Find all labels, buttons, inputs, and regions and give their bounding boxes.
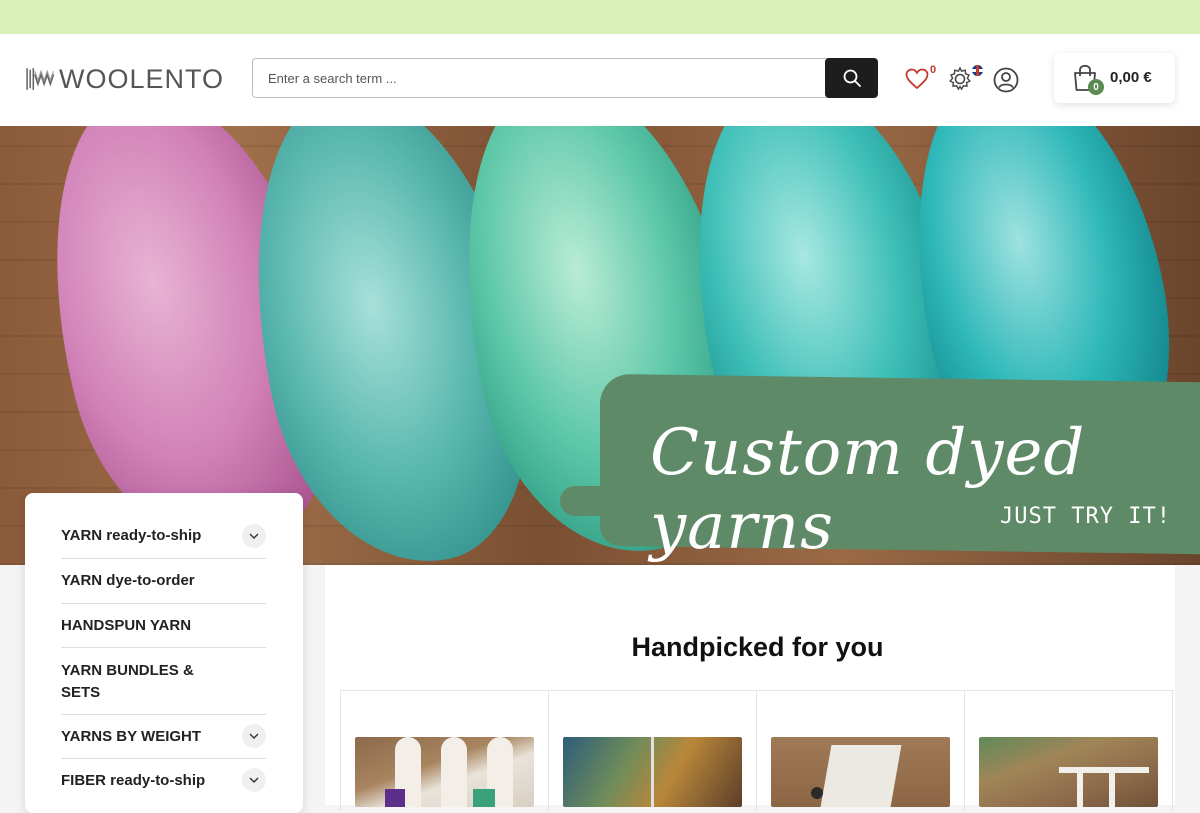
settings-button[interactable] (944, 63, 976, 95)
language-flag-icon[interactable] (972, 65, 983, 76)
sidebar-item-label: YARN BUNDLES & SETS (61, 662, 194, 701)
product-card[interactable] (757, 691, 965, 811)
sidebar-item-yarns-by-weight[interactable]: YARNS BY WEIGHT (61, 715, 266, 759)
product-image[interactable] (563, 737, 742, 807)
product-carousel (340, 690, 1174, 811)
sidebar-item-label: YARN dye-to-order (61, 572, 195, 589)
gear-icon (949, 66, 971, 91)
cart-total: 0,00 € (1110, 69, 1152, 86)
sidebar-item-label: YARNS BY WEIGHT (61, 728, 202, 745)
heart-icon (905, 68, 929, 90)
product-image[interactable] (771, 737, 950, 807)
wishlist-count: 0 (930, 64, 937, 76)
product-image[interactable] (979, 737, 1158, 807)
account-button[interactable] (990, 64, 1022, 96)
search-bar (252, 58, 878, 98)
product-card[interactable] (341, 691, 549, 811)
search-icon (843, 69, 861, 87)
cart-button[interactable]: 0 0,00 € (1054, 53, 1175, 103)
chevron-down-icon[interactable] (242, 524, 266, 548)
sidebar-item-label: FIBER ready-to-ship (61, 772, 206, 789)
product-card[interactable] (549, 691, 757, 811)
woolento-logo[interactable]: WOOLENTO (24, 58, 224, 100)
product-image[interactable] (355, 737, 534, 807)
sidebar-item-yarn-bundles-sets[interactable]: YARN BUNDLES & SETS (61, 648, 266, 715)
sidebar-item-label: HANDSPUN YARN (61, 617, 192, 634)
category-sidebar: YARN ready-to-ship YARN dye-to-order HAN… (25, 493, 303, 813)
sidebar-item-yarn-ready-to-ship[interactable]: YARN ready-to-ship (61, 513, 266, 559)
sidebar-item-label: YARN ready-to-ship (61, 527, 202, 544)
sidebar-item-handspun-yarn[interactable]: HANDSPUN YARN (61, 604, 266, 648)
chevron-down-icon[interactable] (242, 768, 266, 792)
site-header: WOOLENTO 0 0 (0, 34, 1200, 126)
user-icon (993, 67, 1019, 93)
yarn-logo-icon (26, 68, 55, 90)
logo-text: WOOLENTO (58, 63, 224, 94)
section-title: Handpicked for you (631, 632, 884, 662)
cart-count-badge: 0 (1088, 79, 1104, 95)
search-input[interactable] (252, 58, 832, 98)
search-button[interactable] (825, 58, 878, 98)
hero-subtitle: JUST TRY IT! (1000, 504, 1171, 529)
wishlist-button[interactable] (900, 64, 934, 94)
sidebar-item-yarn-dye-to-order[interactable]: YARN dye-to-order (61, 559, 266, 604)
product-card[interactable] (965, 691, 1173, 811)
top-announcement-bar (0, 0, 1200, 34)
chevron-down-icon[interactable] (242, 724, 266, 748)
main-content: Handpicked for you (325, 565, 1175, 811)
hero-title: Custom dyed yarns (650, 416, 1086, 564)
sidebar-item-fiber-ready-to-ship[interactable]: FIBER ready-to-ship (61, 759, 266, 803)
